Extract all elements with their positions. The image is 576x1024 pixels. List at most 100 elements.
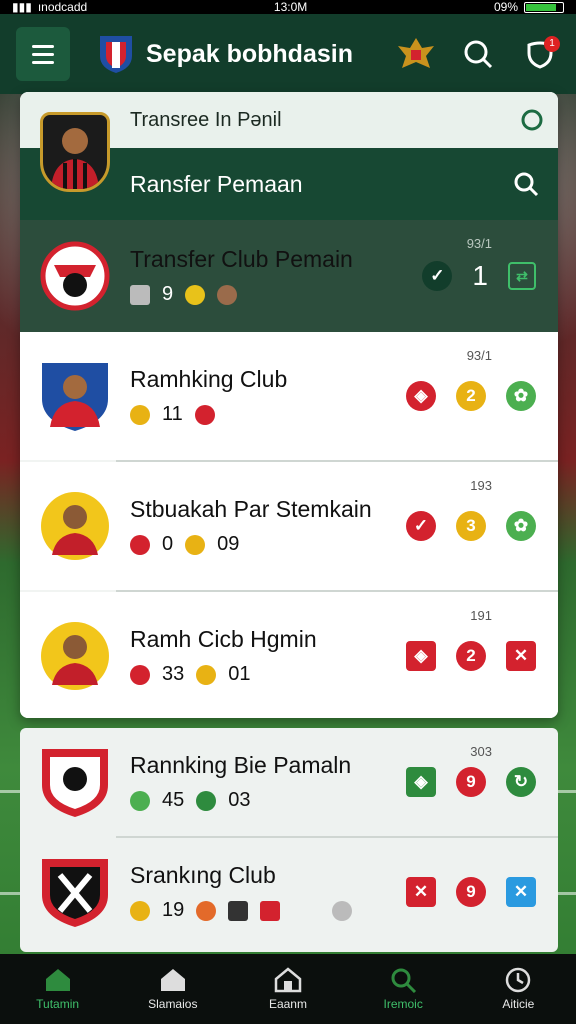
list-item[interactable]: Ramh Cicb Hgmin 33 01 191 ◈ 2 ✕ bbox=[20, 592, 558, 718]
shield-icon[interactable]: ◈ bbox=[406, 767, 436, 797]
tag-icon bbox=[130, 404, 150, 425]
row-action-value[interactable]: 9 bbox=[456, 767, 486, 797]
info-icon[interactable] bbox=[332, 900, 353, 921]
rank-label: 191 bbox=[470, 608, 492, 623]
row-meta-value: 33 bbox=[162, 663, 185, 685]
cross-icon[interactable]: ✕ bbox=[506, 641, 536, 671]
menu-button[interactable] bbox=[16, 27, 70, 81]
home-icon bbox=[45, 969, 70, 991]
row-meta-value: 19 bbox=[162, 899, 185, 921]
row-meta-value: 9 bbox=[162, 283, 174, 305]
list-item[interactable]: Ramhking Club 11 93/1 ◈ 2 ✿ bbox=[20, 332, 558, 460]
list-item[interactable]: Srankıng Club 19 ✕ 9 ✕ bbox=[20, 838, 558, 946]
row-title: Transfer Club Pemain bbox=[130, 246, 353, 272]
leaf-icon[interactable]: ✿ bbox=[506, 381, 536, 411]
nav-label: Eaanm bbox=[268, 997, 307, 1011]
cross-icon[interactable]: ✕ bbox=[406, 877, 436, 907]
bottom-navigation: Tutamin Slamaios Eaanm Iremoic Aiticie bbox=[0, 954, 576, 1024]
rank-label: 303 bbox=[470, 744, 492, 759]
player-avatar-icon bbox=[41, 622, 109, 690]
face-icon bbox=[217, 284, 238, 305]
garuda-emblem-icon[interactable] bbox=[396, 34, 436, 74]
badge-icon bbox=[130, 534, 150, 555]
carrier-label: ınodcadd bbox=[37, 0, 88, 14]
row-action-value[interactable]: 3 bbox=[456, 511, 486, 541]
nav-item-articles[interactable]: Aiticie bbox=[468, 967, 568, 1011]
row-meta-value: 03 bbox=[228, 789, 251, 811]
rank-label: 93/1 bbox=[466, 236, 492, 251]
row-action-value[interactable]: 9 bbox=[456, 877, 486, 907]
refresh-icon[interactable]: ↻ bbox=[506, 767, 536, 797]
transfer-icon[interactable]: ⇄ bbox=[508, 262, 536, 290]
nav-label: Aiticie bbox=[502, 997, 535, 1011]
battery-percent: 09% bbox=[493, 0, 518, 14]
row-title: Ramh Cicb Hgmin bbox=[130, 626, 317, 652]
status-time: 13:0M bbox=[273, 0, 308, 14]
row-meta-value: 45 bbox=[162, 789, 185, 811]
leaf-icon bbox=[130, 790, 150, 811]
list-item[interactable]: Stbuakah Par Stemkain 0 09 193 ✓ 3 ✿ bbox=[20, 462, 558, 590]
shield-icon[interactable]: ◈ bbox=[406, 381, 436, 411]
ranking-card: Rannking Bie Pamaln 45 03 303 ◈ 9 ↻ Sran… bbox=[20, 728, 558, 952]
tools-icon[interactable]: ✕ bbox=[506, 877, 536, 907]
list-item[interactable]: Rannking Bie Pamaln 45 03 303 ◈ 9 ↻ bbox=[20, 728, 558, 836]
nav-label: Slamaios bbox=[148, 997, 198, 1011]
signal-icon: ▮▮▮ bbox=[12, 0, 32, 14]
app-logo-icon bbox=[100, 36, 132, 73]
club-icon bbox=[160, 969, 185, 991]
settings-icon bbox=[196, 900, 217, 921]
player-avatar-icon bbox=[41, 492, 109, 560]
ball-icon bbox=[196, 790, 217, 811]
status-bar: ▮▮▮ ınodcadd 13:0M 09% bbox=[0, 0, 576, 14]
club-crest-icon bbox=[42, 859, 108, 927]
search-icon[interactable] bbox=[458, 34, 498, 74]
heart-icon bbox=[130, 664, 150, 685]
nav-item-home[interactable]: Tutamin bbox=[8, 967, 108, 1011]
rank-label: 93/1 bbox=[466, 348, 492, 363]
diamond-icon bbox=[185, 534, 206, 555]
panel-title: Transree In Pənil bbox=[130, 108, 282, 131]
refresh-icon[interactable] bbox=[520, 108, 544, 132]
notification-button[interactable]: 1 bbox=[520, 34, 560, 74]
nav-label: Tutamin bbox=[36, 997, 80, 1011]
check-icon[interactable]: ✓ bbox=[422, 261, 453, 291]
row-action-value: 1 bbox=[472, 260, 488, 291]
app-header: Sepak bobhdasin 1 bbox=[0, 14, 576, 94]
shield-icon bbox=[194, 404, 215, 425]
nav-item-clubs[interactable]: Slamaios bbox=[123, 967, 223, 1011]
player-avatar-icon bbox=[51, 128, 99, 189]
cross-icon bbox=[260, 900, 281, 921]
bulb-icon bbox=[185, 284, 206, 305]
club-crest-icon bbox=[40, 241, 110, 311]
row-meta-value: 11 bbox=[162, 403, 183, 425]
shield-icon[interactable]: ◈ bbox=[406, 641, 436, 671]
list-item[interactable]: Transfer Club Pemain 9 93/1 ✓ 1 ⇄ bbox=[20, 220, 558, 332]
app-title: Sepak bobhdasin bbox=[146, 39, 353, 68]
player-profile-badge[interactable] bbox=[40, 112, 110, 192]
search-band-title: Ransfer Pemaan bbox=[130, 170, 303, 197]
transfer-panel: Transree In Pənil Ransfer Pemaan Transfe… bbox=[20, 92, 558, 718]
clock-icon bbox=[506, 967, 531, 993]
row-title: Srankıng Club bbox=[130, 862, 276, 888]
notification-badge: 1 bbox=[544, 36, 560, 52]
row-meta-value: 09 bbox=[217, 533, 240, 555]
row-title: Rannking Bie Pamaln bbox=[130, 752, 352, 778]
jersey-icon bbox=[130, 284, 150, 305]
jersey-icon bbox=[228, 900, 249, 921]
search-icon[interactable] bbox=[512, 170, 540, 198]
nav-label: Iremoic bbox=[383, 997, 423, 1011]
player-avatar-icon bbox=[42, 363, 108, 431]
tag-icon bbox=[130, 900, 150, 921]
building-icon bbox=[274, 967, 302, 993]
nav-item-search[interactable]: Iremoic bbox=[353, 967, 453, 1011]
diamond-icon bbox=[196, 664, 217, 685]
check-icon[interactable]: ✓ bbox=[406, 511, 436, 541]
nav-item-stadium[interactable]: Eaanm bbox=[238, 967, 338, 1011]
row-title: Stbuakah Par Stemkain bbox=[130, 496, 372, 522]
rank-label: 193 bbox=[470, 478, 492, 493]
row-action-value[interactable]: 2 bbox=[456, 641, 486, 671]
battery-icon bbox=[524, 1, 564, 13]
row-meta-value: 0 bbox=[162, 533, 174, 555]
leaf-icon[interactable]: ✿ bbox=[506, 511, 536, 541]
row-action-value[interactable]: 2 bbox=[456, 381, 486, 411]
